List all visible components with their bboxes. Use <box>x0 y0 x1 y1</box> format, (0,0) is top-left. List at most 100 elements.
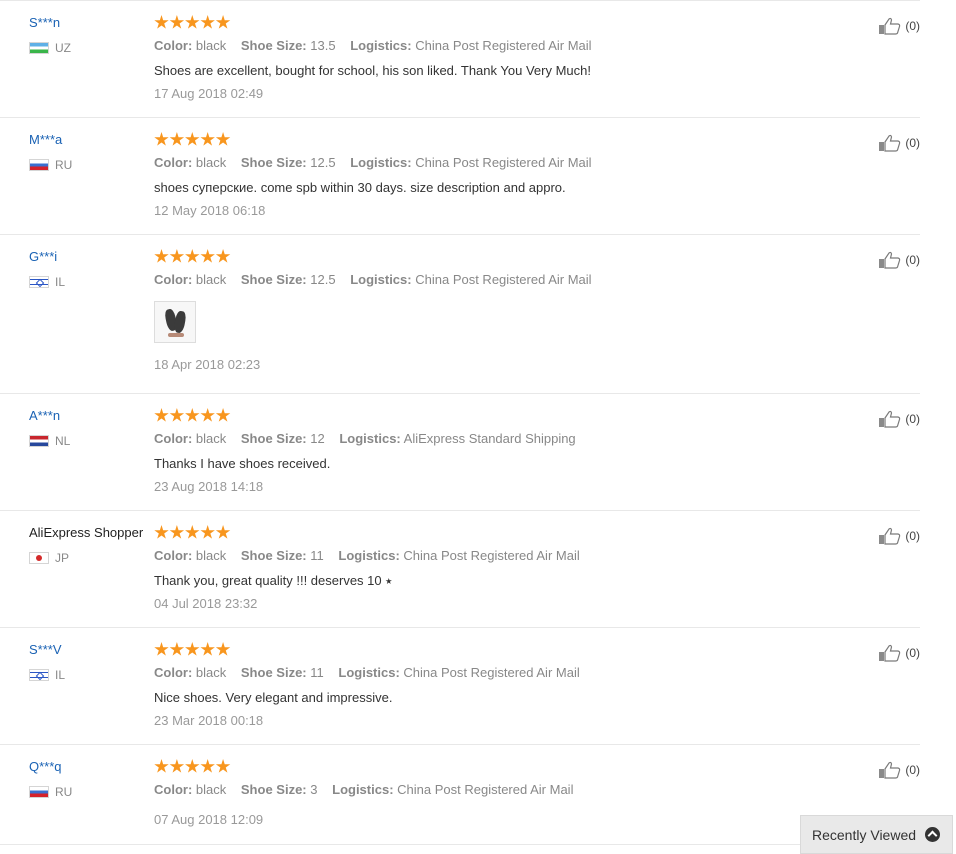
star-icon <box>154 759 169 773</box>
reviewer-name[interactable]: G***i <box>29 249 154 265</box>
review-photo-thumbnail[interactable] <box>154 301 196 343</box>
color-label: Color: <box>154 548 193 563</box>
flag-ru-icon <box>29 786 49 798</box>
country-code: IL <box>55 275 66 289</box>
star-icon <box>215 408 231 422</box>
star-icon <box>185 642 200 656</box>
helpful-count: (0) <box>905 763 920 777</box>
review-text: Shoes are excellent, bought for school, … <box>154 63 591 78</box>
helpful-button[interactable]: (0) <box>878 644 920 662</box>
star-icon <box>200 132 215 146</box>
flag-ru-icon <box>29 159 49 171</box>
order-attributes: Color: black Shoe Size: 13.5 Logistics: … <box>154 38 920 53</box>
flag-nl-icon <box>29 435 49 447</box>
order-attributes: Color: black Shoe Size: 12.5 Logistics: … <box>154 155 920 170</box>
size-value: 12.5 <box>310 155 336 170</box>
size-value: 12 <box>310 431 325 446</box>
review-item: G***i IL Color: black Shoe Size: 12.5 Lo… <box>0 235 920 394</box>
star-icon <box>154 408 169 422</box>
logistics-value: AliExpress Standard Shipping <box>403 431 576 446</box>
flag-il-icon <box>29 276 49 288</box>
chevron-up-circle-icon <box>925 827 941 842</box>
size-label: Shoe Size: <box>240 431 307 446</box>
star-icon <box>169 249 185 263</box>
logistics-label: Logistics: <box>338 665 400 680</box>
star-rating <box>154 132 920 148</box>
helpful-button[interactable]: (0) <box>878 527 920 545</box>
review-text: Nice shoes. Very elegant and impressive. <box>154 690 393 705</box>
helpful-count: (0) <box>905 529 920 543</box>
helpful-button[interactable]: (0) <box>878 251 920 269</box>
review-content: Color: black Shoe Size: 11 Logistics: Ch… <box>154 525 920 611</box>
color-value: black <box>195 38 227 53</box>
helpful-count: (0) <box>905 412 920 426</box>
review-content: Color: black Shoe Size: 13.5 Logistics: … <box>154 15 920 101</box>
shoe-image <box>173 310 187 334</box>
reviewer-country: IL <box>29 275 154 289</box>
star-icon <box>215 15 231 29</box>
thumbs-up-icon <box>879 17 901 35</box>
color-value: black <box>195 155 227 170</box>
logistics-label: Logistics: <box>339 431 401 446</box>
review-text: Thanks I have shoes received. <box>154 456 331 471</box>
logistics-value: China Post Registered Air Mail <box>415 38 592 53</box>
reviewer-name[interactable]: S***n <box>29 15 154 31</box>
star-icon <box>185 759 200 773</box>
color-label: Color: <box>154 38 193 53</box>
thumbs-up-icon <box>879 761 901 779</box>
helpful-count: (0) <box>905 19 920 33</box>
star-icon <box>169 759 185 773</box>
order-attributes: Color: black Shoe Size: 11 Logistics: Ch… <box>154 665 920 680</box>
logistics-value: China Post Registered Air Mail <box>397 782 574 797</box>
reviewer-name[interactable]: A***n <box>29 408 154 424</box>
review-content: Color: black Shoe Size: 11 Logistics: Ch… <box>154 642 920 728</box>
star-icon <box>185 249 200 263</box>
color-label: Color: <box>154 155 193 170</box>
color-value: black <box>195 782 227 797</box>
star-icon <box>169 408 185 422</box>
size-value: 3 <box>310 782 318 797</box>
color-value: black <box>195 431 227 446</box>
reviewer-info: S***V IL <box>29 642 154 682</box>
star-icon <box>200 249 215 263</box>
review-item: Q***q RU Color: black Shoe Size: 3 Logis… <box>0 745 920 845</box>
reviewer-info: M***a RU <box>29 132 154 172</box>
recently-viewed-button[interactable]: Recently Viewed <box>800 815 953 854</box>
logistics-value: China Post Registered Air Mail <box>415 155 592 170</box>
recently-viewed-label: Recently Viewed <box>812 826 917 843</box>
size-value: 13.5 <box>310 38 336 53</box>
size-label: Shoe Size: <box>240 272 307 287</box>
star-icon <box>169 132 185 146</box>
helpful-button[interactable]: (0) <box>878 410 920 428</box>
color-value: black <box>195 272 227 287</box>
star-icon <box>169 15 185 29</box>
logistics-label: Logistics: <box>350 272 412 287</box>
size-value: 11 <box>310 548 324 563</box>
thumbs-up-icon <box>879 644 901 662</box>
star-icon <box>154 132 169 146</box>
flag-jp-icon <box>29 552 49 564</box>
helpful-count: (0) <box>905 136 920 150</box>
star-icon <box>154 249 169 263</box>
reviewer-name[interactable]: S***V <box>29 642 154 658</box>
star-icon <box>200 525 215 539</box>
reviewer-country: UZ <box>29 41 154 55</box>
star-icon <box>215 642 231 656</box>
country-code: UZ <box>55 41 71 55</box>
reviewer-name[interactable]: Q***q <box>29 759 154 775</box>
star-icon <box>154 642 169 656</box>
star-icon <box>169 525 185 539</box>
helpful-button[interactable]: (0) <box>878 761 920 779</box>
star-icon <box>215 132 231 146</box>
size-label: Shoe Size: <box>240 38 307 53</box>
reviewer-info: AliExpress Shopper JP <box>29 525 154 565</box>
helpful-button[interactable]: (0) <box>878 134 920 152</box>
helpful-button[interactable]: (0) <box>878 17 920 35</box>
reviewer-name[interactable]: M***a <box>29 132 154 148</box>
logistics-label: Logistics: <box>350 155 412 170</box>
review-content: Color: black Shoe Size: 12.5 Logistics: … <box>154 132 920 218</box>
star-icon <box>185 525 200 539</box>
star-icon <box>200 408 215 422</box>
thumbs-up-icon <box>879 527 901 545</box>
review-date: 17 Aug 2018 02:49 <box>154 86 264 101</box>
